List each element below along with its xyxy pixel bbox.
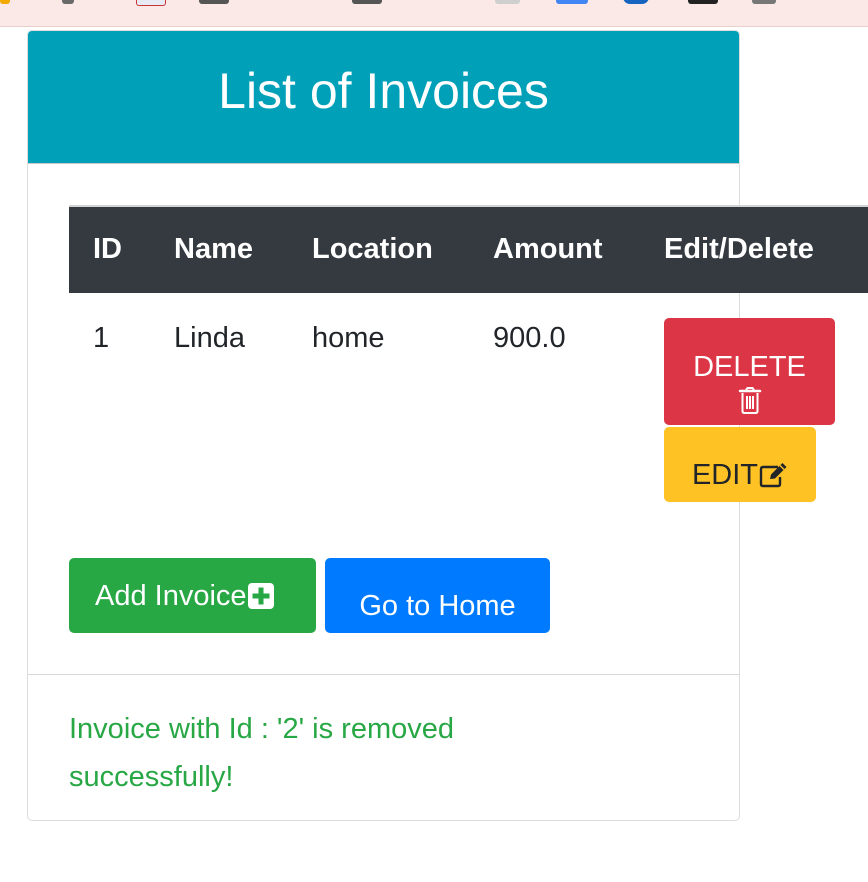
edit-button[interactable]: EDIT <box>664 427 816 502</box>
cell-amount: 900.0 <box>493 322 566 354</box>
page-title: List of Invoices <box>218 63 549 119</box>
bookmark-icon <box>752 0 776 4</box>
bookmark-icon <box>62 0 74 4</box>
browser-bookmark-bar <box>0 0 868 27</box>
bookmark-icon <box>495 0 520 4</box>
bookmark-icon <box>0 0 10 4</box>
delete-button-label: DELETE <box>693 351 806 383</box>
card-header: List of Invoices <box>28 31 739 164</box>
column-header-name: Name <box>174 233 253 265</box>
table-header: ID Name Location Amount Edit/Delete <box>69 205 868 293</box>
invoice-card: List of Invoices ID Name Location Amount… <box>27 30 868 821</box>
cell-name: Linda <box>174 322 245 354</box>
bookmark-icon <box>623 0 649 4</box>
bookmark-icon <box>688 0 718 4</box>
go-to-home-button-label: Go to Home <box>359 589 516 622</box>
add-invoice-button[interactable]: Add Invoice <box>69 558 316 633</box>
column-header-edit-delete: Edit/Delete <box>664 233 814 265</box>
success-message: Invoice with Id : '2' is removed success… <box>69 713 455 793</box>
plus-square-icon <box>247 583 274 609</box>
cell-location: home <box>312 322 385 354</box>
edit-button-label: EDIT <box>691 458 759 491</box>
go-to-home-button[interactable]: Go to Home <box>325 558 550 633</box>
delete-button[interactable]: DELETE <box>664 318 835 425</box>
trash-icon <box>738 387 761 414</box>
bookmark-icon <box>352 0 382 4</box>
cell-id: 1 <box>93 322 110 354</box>
add-invoice-button-label: Add Invoice <box>95 580 247 612</box>
bookmark-icon <box>556 0 588 4</box>
bookmark-icon <box>199 0 229 4</box>
bookmark-icon <box>136 0 166 6</box>
column-header-amount: Amount <box>493 233 603 265</box>
column-header-id: ID <box>93 233 122 265</box>
column-header-location: Location <box>312 233 433 265</box>
card-footer: Invoice with Id : '2' is removed success… <box>28 674 739 821</box>
edit-icon <box>759 462 787 487</box>
